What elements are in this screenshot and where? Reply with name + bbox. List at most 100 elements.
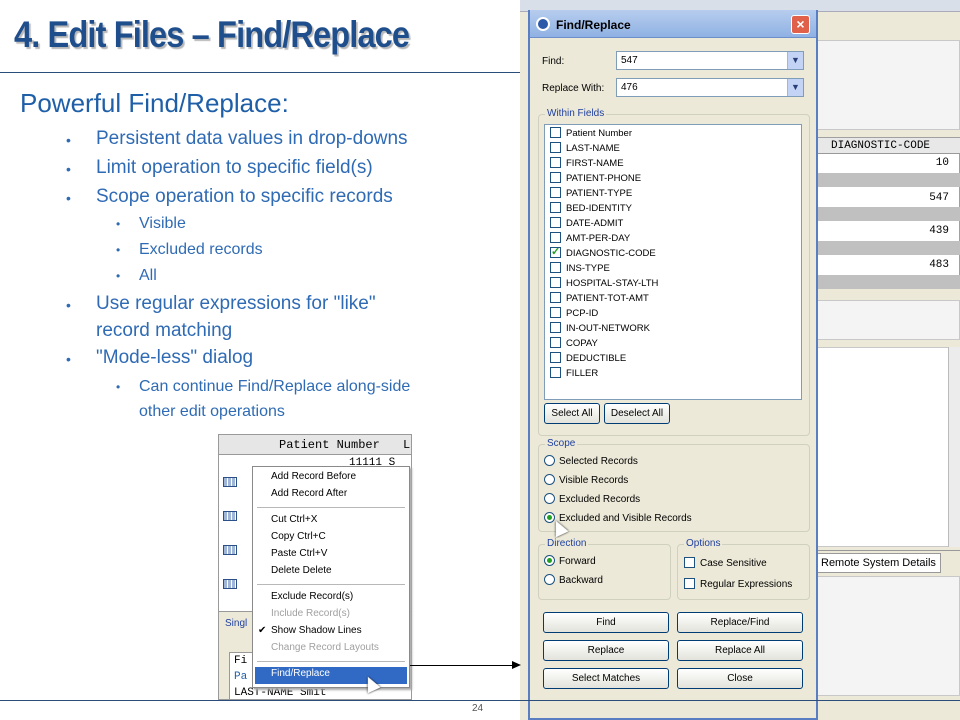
chevron-down-icon[interactable]: ▼ — [787, 52, 803, 69]
background-panel — [816, 40, 960, 130]
field-checkbox-last-name[interactable]: LAST-NAME — [550, 142, 620, 157]
scope-radio-excluded-records[interactable]: Excluded Records — [544, 493, 640, 508]
chevron-down-icon[interactable]: ▼ — [787, 79, 803, 96]
direction-radio-backward[interactable]: Backward — [544, 574, 603, 589]
replace-with-input[interactable]: 476 ▼ — [616, 78, 804, 97]
field-checkbox-deductible[interactable]: DEDUCTIBLE — [550, 352, 626, 367]
field-checkbox-filler[interactable]: FILLER — [550, 367, 598, 382]
field-checkbox-hospital-stay-lth[interactable]: HOSPITAL-STAY-LTH — [550, 277, 658, 292]
field-checkbox-in-out-network[interactable]: IN-OUT-NETWORK — [550, 322, 650, 337]
menu-item-include-records: Include Record(s) — [271, 608, 350, 619]
checkbox[interactable] — [550, 307, 561, 318]
replace-button[interactable]: Replace — [543, 640, 669, 661]
field-label: LAST-NAME — [566, 143, 620, 154]
checkbox[interactable] — [550, 172, 561, 183]
bullet-dot: • — [116, 243, 121, 257]
tab-single[interactable]: Singl — [225, 618, 247, 629]
checkbox[interactable] — [550, 187, 561, 198]
record-icon — [223, 511, 237, 521]
menu-item-exclude-records[interactable]: Exclude Record(s) — [271, 591, 353, 607]
field-checkbox-first-name[interactable]: FIRST-NAME — [550, 157, 624, 172]
grid-column-header: DIAGNOSTIC-CODE — [817, 138, 960, 154]
checkbox[interactable] — [550, 262, 561, 273]
field-checkbox-patient-type[interactable]: PATIENT-TYPE — [550, 187, 632, 202]
checkbox[interactable] — [684, 557, 695, 568]
menu-separator — [257, 661, 405, 662]
menu-item-copy[interactable]: Copy Ctrl+C — [271, 531, 326, 547]
menu-item-add-record-before[interactable]: Add Record Before — [271, 471, 356, 487]
direction-radio-forward[interactable]: Forward — [544, 555, 596, 570]
radio[interactable] — [544, 455, 555, 466]
scope-label: Scope — [545, 438, 578, 449]
replace-all-button[interactable]: Replace All — [677, 640, 803, 661]
checkbox[interactable] — [684, 578, 695, 589]
bullet-dot: • — [66, 351, 71, 367]
select-matches-button[interactable]: Select Matches — [543, 668, 669, 689]
field-checkbox-diagnostic-code[interactable]: DIAGNOSTIC-CODE — [550, 245, 656, 262]
scope-radio-visible-records[interactable]: Visible Records — [544, 474, 628, 489]
checkbox[interactable] — [550, 292, 561, 303]
radio-label: Backward — [559, 575, 603, 586]
menu-item-find-replace[interactable]: Find/Replace — [271, 668, 330, 684]
radio[interactable] — [544, 474, 555, 485]
field-checkbox-bed-identity[interactable]: BED-IDENTITY — [550, 202, 632, 217]
field-label: BED-IDENTITY — [566, 203, 632, 214]
title-divider — [0, 72, 530, 73]
case-sensitive-checkbox[interactable]: Case Sensitive — [684, 557, 767, 572]
direction-group: Direction — [538, 538, 671, 600]
checkbox[interactable] — [550, 157, 561, 168]
field-checkbox-pcp-id[interactable]: PCP-ID — [550, 307, 598, 322]
radio[interactable] — [544, 493, 555, 504]
checkbox[interactable] — [550, 367, 561, 378]
dialog-title-bar[interactable]: Find/Replace × — [530, 10, 816, 38]
field-checkbox-patient-phone[interactable]: PATIENT-PHONE — [550, 172, 641, 187]
menu-item-add-record-after[interactable]: Add Record After — [271, 488, 347, 504]
options-label: Options — [684, 538, 723, 549]
tab-remote-system-details[interactable]: Remote System Details — [816, 553, 941, 573]
bullet-dot: • — [66, 297, 71, 313]
grid-cell: 483 — [929, 259, 949, 271]
scope-radio-selected-records[interactable]: Selected Records — [544, 455, 638, 470]
regular-expressions-checkbox[interactable]: Regular Expressions — [684, 578, 792, 593]
background-output-area — [816, 347, 960, 547]
menu-item-show-shadow-lines[interactable]: Show Shadow Lines — [271, 625, 362, 641]
checkbox[interactable] — [550, 127, 561, 138]
radio[interactable] — [544, 574, 555, 585]
radio-selected[interactable] — [544, 555, 555, 566]
find-input[interactable]: 547 ▼ — [616, 51, 804, 70]
sub-bullet-item: Visible — [139, 215, 186, 232]
select-all-button[interactable]: Select All — [544, 403, 600, 424]
checkbox-checked[interactable] — [550, 245, 561, 258]
grid-shadow-line — [817, 275, 960, 289]
checkbox[interactable] — [550, 142, 561, 153]
checkbox[interactable] — [550, 202, 561, 213]
field-checkbox-patient-tot-amt[interactable]: PATIENT-TOT-AMT — [550, 292, 649, 307]
checkbox[interactable] — [550, 337, 561, 348]
checkbox[interactable] — [550, 322, 561, 333]
field-checkbox-patient-number[interactable]: Patient Number — [550, 127, 632, 142]
field-checkbox-ins-type[interactable]: INS-TYPE — [550, 262, 610, 277]
field-label: AMT-PER-DAY — [566, 233, 631, 244]
checkbox[interactable] — [550, 217, 561, 228]
find-button[interactable]: Find — [543, 612, 669, 633]
bullet-dot: • — [66, 190, 71, 206]
bullet-item: Persistent data values in drop-downs — [96, 128, 408, 149]
deselect-all-button[interactable]: Deselect All — [604, 403, 670, 424]
scope-radio-excluded-and-visible[interactable]: Excluded and Visible Records — [544, 512, 692, 527]
field-checkbox-copay[interactable]: COPAY — [550, 337, 598, 352]
record-line: LAST-NAME Smit — [234, 687, 327, 699]
menu-item-cut[interactable]: Cut Ctrl+X — [271, 514, 317, 530]
checkbox[interactable] — [550, 232, 561, 243]
dialog-close-button[interactable]: Close — [677, 668, 803, 689]
bullet-dot: • — [66, 161, 71, 177]
field-checkbox-amt-per-day[interactable]: AMT-PER-DAY — [550, 232, 630, 247]
background-scrollbar[interactable] — [948, 347, 960, 547]
close-icon[interactable]: × — [791, 15, 810, 34]
field-checkbox-date-admit[interactable]: DATE-ADMIT — [550, 217, 623, 232]
bullet-dot: • — [116, 380, 121, 394]
menu-item-delete[interactable]: Delete Delete — [271, 565, 332, 581]
replace-find-button[interactable]: Replace/Find — [677, 612, 803, 633]
checkbox[interactable] — [550, 277, 561, 288]
checkbox[interactable] — [550, 352, 561, 363]
menu-item-paste[interactable]: Paste Ctrl+V — [271, 548, 327, 564]
